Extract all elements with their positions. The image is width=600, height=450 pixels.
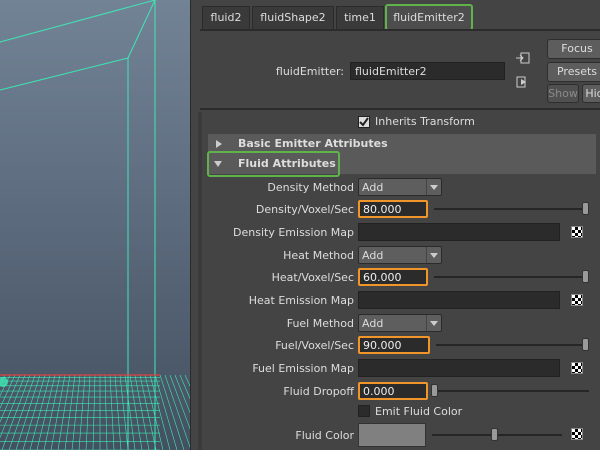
fluid-color-label: Fluid Color — [295, 429, 354, 442]
fluid-dropoff-field[interactable]: 0.000 — [358, 382, 428, 400]
density-rate-field[interactable]: 80.000 — [358, 200, 428, 218]
emit-fluid-color-checkbox[interactable] — [358, 405, 370, 417]
focus-button[interactable]: Focus — [547, 39, 600, 59]
fuel-rate-field[interactable]: 90.000 — [358, 336, 430, 354]
basic-emitter-attributes-label: Basic Emitter Attributes — [238, 137, 388, 150]
inherits-transform-checkbox[interactable] — [358, 116, 370, 128]
heat-rate-label: Heat/Voxel/Sec — [271, 271, 354, 284]
header-divider — [200, 108, 600, 110]
map-texture-icon[interactable] — [571, 362, 583, 374]
fluid-attributes-label: Fluid Attributes — [238, 157, 336, 170]
hide-button[interactable]: Hid — [582, 84, 600, 103]
presets-button[interactable]: Presets — [547, 62, 600, 82]
load-input-icon[interactable] — [516, 52, 530, 64]
density-map-label: Density Emission Map — [233, 226, 354, 239]
map-texture-icon[interactable] — [571, 428, 583, 440]
basic-emitter-attributes-header[interactable]: Basic Emitter Attributes — [208, 134, 596, 154]
tab-bar-divider — [200, 29, 600, 31]
heat-map-label: Heat Emission Map — [248, 294, 354, 307]
fluid-dropoff-slider-handle[interactable] — [431, 384, 438, 397]
show-button[interactable]: Show — [547, 84, 579, 103]
fluid-color-slider-handle[interactable] — [491, 428, 498, 441]
fuel-map-label: Fuel Emission Map — [252, 362, 354, 375]
heat-method-label: Heat Method — [283, 249, 354, 262]
fuel-rate-label: Fuel/Voxel/Sec — [275, 339, 354, 352]
fuel-rate-slider[interactable] — [436, 344, 589, 346]
tab-fluidshape2[interactable]: fluidShape2 — [252, 6, 334, 29]
collapse-arrow-icon — [216, 140, 222, 148]
node-name-label: fluidEmitter: — [275, 65, 344, 78]
chevron-down-icon — [426, 315, 441, 331]
heat-rate-slider[interactable] — [434, 276, 589, 278]
density-map-field[interactable] — [358, 223, 560, 241]
fuel-method-value: Add — [362, 317, 384, 330]
heat-rate-slider-handle[interactable] — [582, 270, 589, 283]
fuel-method-label: Fuel Method — [286, 317, 354, 330]
map-texture-icon[interactable] — [571, 294, 583, 306]
scrollbar[interactable] — [198, 112, 202, 450]
tab-fluidemitter2[interactable]: fluidEmitter2 — [385, 4, 473, 31]
density-rate-slider[interactable] — [434, 208, 589, 210]
fluid-dropoff-slider[interactable] — [434, 390, 589, 392]
fluid-color-swatch[interactable] — [358, 423, 426, 447]
node-name-field[interactable]: fluidEmitter2 — [350, 62, 505, 80]
fuel-method-dropdown[interactable]: Add — [358, 314, 442, 332]
fluid-attributes-header[interactable]: Fluid Attributes — [207, 151, 596, 177]
tab-fluid2[interactable]: fluid2 — [202, 6, 250, 29]
density-rate-slider-handle[interactable] — [582, 202, 589, 215]
tab-time1[interactable]: time1 — [336, 6, 384, 29]
fuel-rate-slider-handle[interactable] — [582, 338, 589, 351]
chevron-down-icon — [426, 179, 441, 195]
load-output-icon[interactable] — [516, 76, 530, 88]
fuel-map-field[interactable] — [358, 359, 560, 377]
heat-method-value: Add — [362, 249, 384, 262]
density-method-dropdown[interactable]: Add — [358, 178, 442, 196]
chevron-down-icon — [426, 247, 441, 263]
heat-rate-field[interactable]: 60.000 — [358, 268, 428, 286]
density-rate-label: Density/Voxel/Sec — [255, 203, 354, 216]
emit-fluid-color-label: Emit Fluid Color — [375, 405, 463, 418]
map-texture-icon[interactable] — [571, 226, 583, 238]
heat-map-field[interactable] — [358, 291, 560, 309]
viewport-3d[interactable] — [0, 0, 190, 450]
fluid-dropoff-label: Fluid Dropoff — [283, 385, 354, 398]
fluid-container-wireframe — [0, 0, 190, 450]
inherits-transform-label: Inherits Transform — [375, 115, 475, 128]
density-method-value: Add — [362, 181, 384, 194]
heat-method-dropdown[interactable]: Add — [358, 246, 442, 264]
density-method-label: Density Method — [267, 181, 354, 194]
